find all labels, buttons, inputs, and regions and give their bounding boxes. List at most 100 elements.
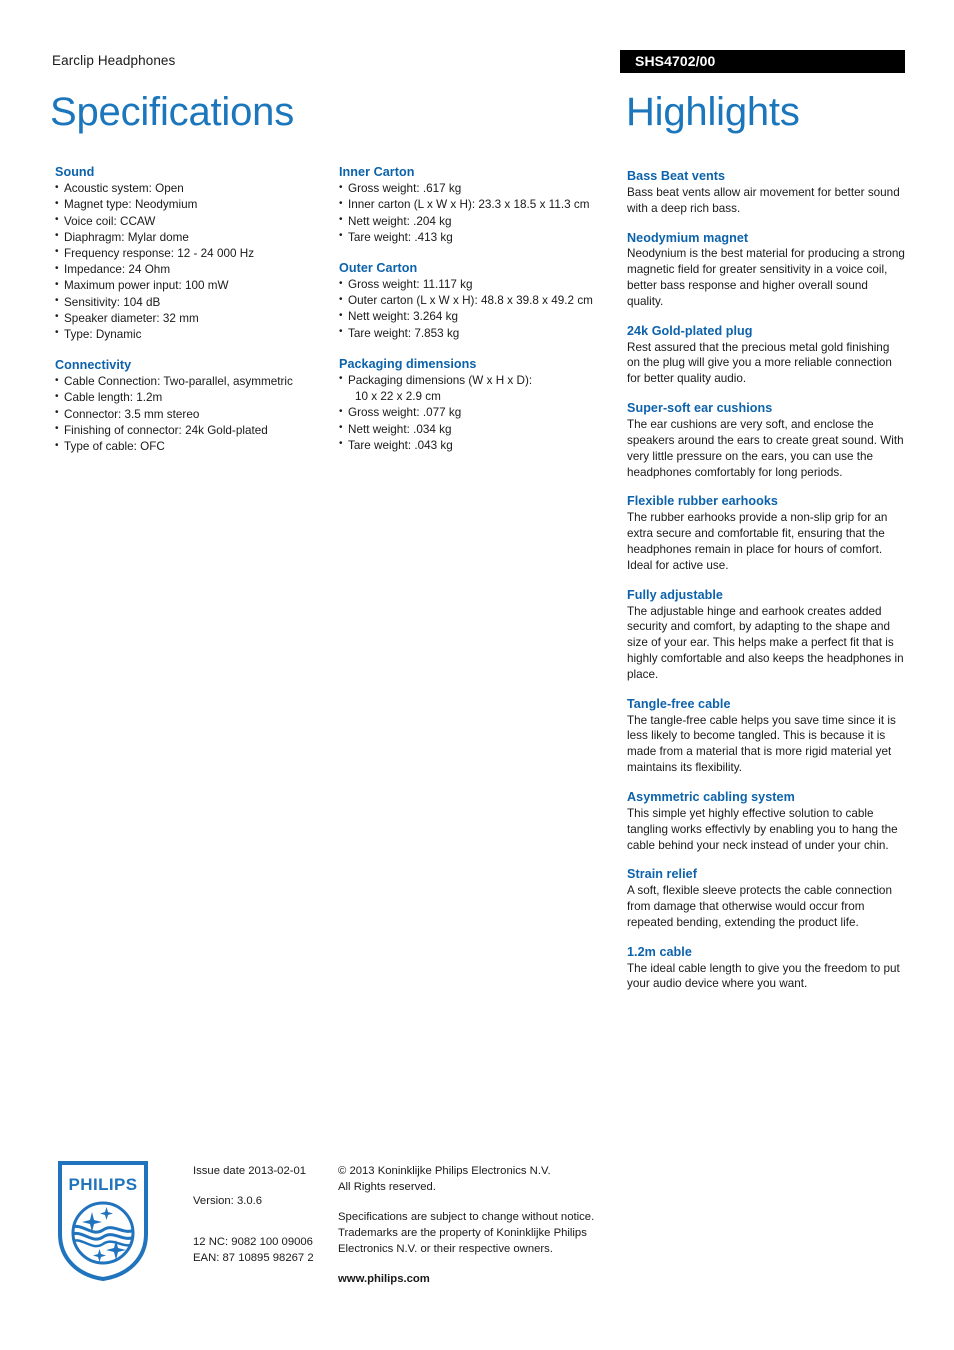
footer-spacer: [193, 1223, 333, 1234]
highlight-heading: Fully adjustable: [627, 587, 723, 602]
nc-code: 12 NC: 9082 100 09006: [193, 1236, 313, 1249]
footer-codes: 12 NC: 9082 100 09006 EAN: 87 10895 9826…: [193, 1234, 333, 1266]
page-footer: PHILIPS Issue date 2013-02-01 Version: 3…: [0, 1155, 954, 1315]
spec-item: Speaker diameter: 32 mm: [55, 310, 327, 327]
highlight-heading: Bass Beat vents: [627, 169, 726, 183]
highlight-gold-plated-plug: 24k Gold-plated plug Rest assured that t…: [627, 323, 905, 387]
highlight-body: A soft, flexible sleeve protects the cab…: [627, 884, 892, 929]
highlight-asymmetric-cabling-system: Asymmetric cabling system This simple ye…: [627, 789, 905, 853]
spec-group-inner-carton: Inner Carton Gross weight: .617 kg Inner…: [339, 164, 619, 246]
model-code-text: SHS4702/00: [635, 53, 716, 69]
spec-group-heading: Connectivity: [55, 358, 132, 373]
spec-group-heading: Sound: [55, 165, 95, 179]
highlight-flexible-rubber-earhooks: Flexible rubber earhooks The rubber earh…: [627, 493, 905, 573]
spec-item-list: Cable Connection: Two-parallel, asymmetr…: [55, 374, 327, 455]
footer-document-info: Issue date 2013-02-01 Version: 3.0.6 12 …: [193, 1163, 333, 1266]
specifications-title: Specifications: [50, 90, 294, 134]
highlight-neodymium-magnet: Neodymium magnet Neodynium is the best m…: [627, 230, 905, 310]
spec-item: Nett weight: .204 kg: [339, 213, 619, 230]
spec-item: Gross weight: 11.117 kg: [339, 277, 619, 293]
spec-group-packaging-dimensions: Packaging dimensions Packaging dimension…: [339, 356, 619, 454]
specifications-column-1: Sound Acoustic system: Open Magnet type:…: [55, 164, 327, 455]
highlight-heading: Strain relief: [627, 867, 697, 882]
spec-item-list: Packaging dimensions (W x H x D): 10 x 2…: [339, 372, 619, 454]
disclaimer-line-3: Electronics N.V. or their respective own…: [338, 1243, 553, 1256]
highlight-bass-beat-vents: Bass Beat vents Bass beat vents allow ai…: [627, 168, 905, 217]
highlight-body: The tangle-free cable helps you save tim…: [627, 713, 896, 775]
issue-date: Issue date 2013-02-01: [193, 1165, 307, 1177]
highlight-strain-relief: Strain relief A soft, flexible sleeve pr…: [627, 866, 905, 930]
highlight-body: The ear cushions are very soft, and encl…: [627, 418, 904, 479]
footer-legal-info: © 2013 Koninklijke Philips Electronics N…: [338, 1163, 608, 1287]
highlight-heading: 24k Gold-plated plug: [627, 323, 753, 338]
spec-item: Frequency response: 12 - 24 000 Hz: [55, 245, 327, 262]
copyright-line-1: © 2013 Koninklijke Philips Electronics N…: [338, 1165, 551, 1177]
spec-item: Inner carton (L x W x H): 23.3 x 18.5 x …: [339, 197, 619, 213]
highlight-body: Neodynium is the best material for produ…: [627, 247, 905, 308]
specifications-column-2: Inner Carton Gross weight: .617 kg Inner…: [339, 164, 619, 454]
spec-item: Type: Dynamic: [55, 326, 327, 343]
spec-item: Diaphragm: Mylar dome: [55, 229, 327, 246]
spec-item: Nett weight: .034 kg: [339, 421, 619, 438]
highlight-body: Rest assured that the precious metal gol…: [627, 340, 892, 386]
spec-item: Nett weight: 3.264 kg: [339, 309, 619, 325]
product-spec-sheet: Earclip Headphones SHS4702/00 Specificat…: [0, 0, 954, 1350]
spec-item: Acoustic system: Open: [55, 181, 327, 197]
spec-group-outer-carton: Outer Carton Gross weight: 11.117 kg Out…: [339, 260, 619, 342]
highlight-heading: Flexible rubber earhooks: [627, 494, 778, 509]
highlight-heading: Neodymium magnet: [627, 230, 749, 245]
spec-item-continuation: 10 x 22 x 2.9 cm: [355, 390, 441, 404]
highlights-title: Highlights: [626, 90, 800, 134]
highlight-body: The rubber earhooks provide a non-slip g…: [627, 511, 888, 572]
highlight-body: This simple yet highly effective solutio…: [627, 806, 898, 852]
spec-item: Voice coil: CCAW: [55, 213, 327, 230]
spec-item-list: Acoustic system: Open Magnet type: Neody…: [55, 181, 327, 343]
spec-item: Finishing of connector: 24k Gold-plated: [55, 422, 327, 439]
spec-item-list: Gross weight: 11.117 kg Outer carton (L …: [339, 277, 619, 342]
spec-group-heading: Packaging dimensions: [339, 356, 477, 371]
spec-item-list: Gross weight: .617 kg Inner carton (L x …: [339, 181, 619, 246]
spec-item: Type of cable: OFC: [55, 439, 327, 455]
disclaimer-line-1: Specifications are subject to change wit…: [338, 1211, 595, 1224]
disclaimer-notice: Specifications are subject to change wit…: [338, 1209, 608, 1257]
spec-item: Tare weight: .413 kg: [339, 229, 619, 246]
highlight-12m-cable: 1.2m cable The ideal cable length to giv…: [627, 944, 905, 993]
highlights-column: Bass Beat vents Bass beat vents allow ai…: [627, 168, 905, 992]
spec-item: Magnet type: Neodymium: [55, 197, 327, 213]
highlight-heading: Super-soft ear cushions: [627, 401, 773, 416]
highlight-body: Bass beat vents allow air movement for b…: [627, 185, 900, 215]
highlight-tangle-free-cable: Tangle-free cable The tangle-free cable …: [627, 696, 905, 776]
copyright-notice: © 2013 Koninklijke Philips Electronics N…: [338, 1163, 608, 1195]
model-code-banner: SHS4702/00: [620, 50, 905, 73]
highlight-heading: 1.2m cable: [627, 944, 692, 959]
spec-group-heading: Inner Carton: [339, 165, 415, 179]
spec-item: Connector: 3.5 mm stereo: [55, 406, 327, 423]
product-family-label: Earclip Headphones: [52, 53, 176, 68]
highlight-body: The ideal cable length to give you the f…: [627, 961, 900, 991]
highlight-body: The adjustable hinge and earhook creates…: [627, 604, 904, 681]
spec-item: Sensitivity: 104 dB: [55, 294, 327, 311]
spec-item: Gross weight: .617 kg: [339, 181, 619, 197]
spec-item: Cable Connection: Two-parallel, asymmetr…: [55, 374, 327, 390]
highlight-heading: Tangle-free cable: [627, 696, 731, 711]
page-header: Earclip Headphones SHS4702/00: [52, 50, 905, 76]
spec-item: Tare weight: 7.853 kg: [339, 325, 619, 342]
svg-text:PHILIPS: PHILIPS: [69, 1175, 138, 1194]
spec-item-text: Packaging dimensions (W x H x D):: [348, 373, 533, 387]
philips-shield-icon: PHILIPS: [58, 1161, 148, 1282]
spec-item: Tare weight: .043 kg: [339, 437, 619, 454]
spec-item: Cable length: 1.2m: [55, 390, 327, 406]
disclaimer-line-2: Trademarks are the property of Koninklij…: [338, 1227, 587, 1240]
spec-item: Packaging dimensions (W x H x D): 10 x 2…: [339, 372, 619, 405]
spec-item: Gross weight: .077 kg: [339, 405, 619, 421]
spec-item: Impedance: 24 Ohm: [55, 262, 327, 278]
highlight-fully-adjustable: Fully adjustable The adjustable hinge an…: [627, 587, 905, 683]
spec-group-sound: Sound Acoustic system: Open Magnet type:…: [55, 164, 327, 343]
copyright-line-2: All Rights reserved.: [338, 1181, 436, 1194]
highlight-super-soft-ear-cushions: Super-soft ear cushions The ear cushions…: [627, 400, 905, 480]
spec-group-connectivity: Connectivity Cable Connection: Two-paral…: [55, 357, 327, 455]
spec-item: Maximum power input: 100 mW: [55, 278, 327, 294]
philips-logo: PHILIPS: [57, 1160, 149, 1282]
ean-code: EAN: 87 10895 98267 2: [193, 1252, 314, 1265]
website-link[interactable]: www.philips.com: [338, 1271, 608, 1287]
